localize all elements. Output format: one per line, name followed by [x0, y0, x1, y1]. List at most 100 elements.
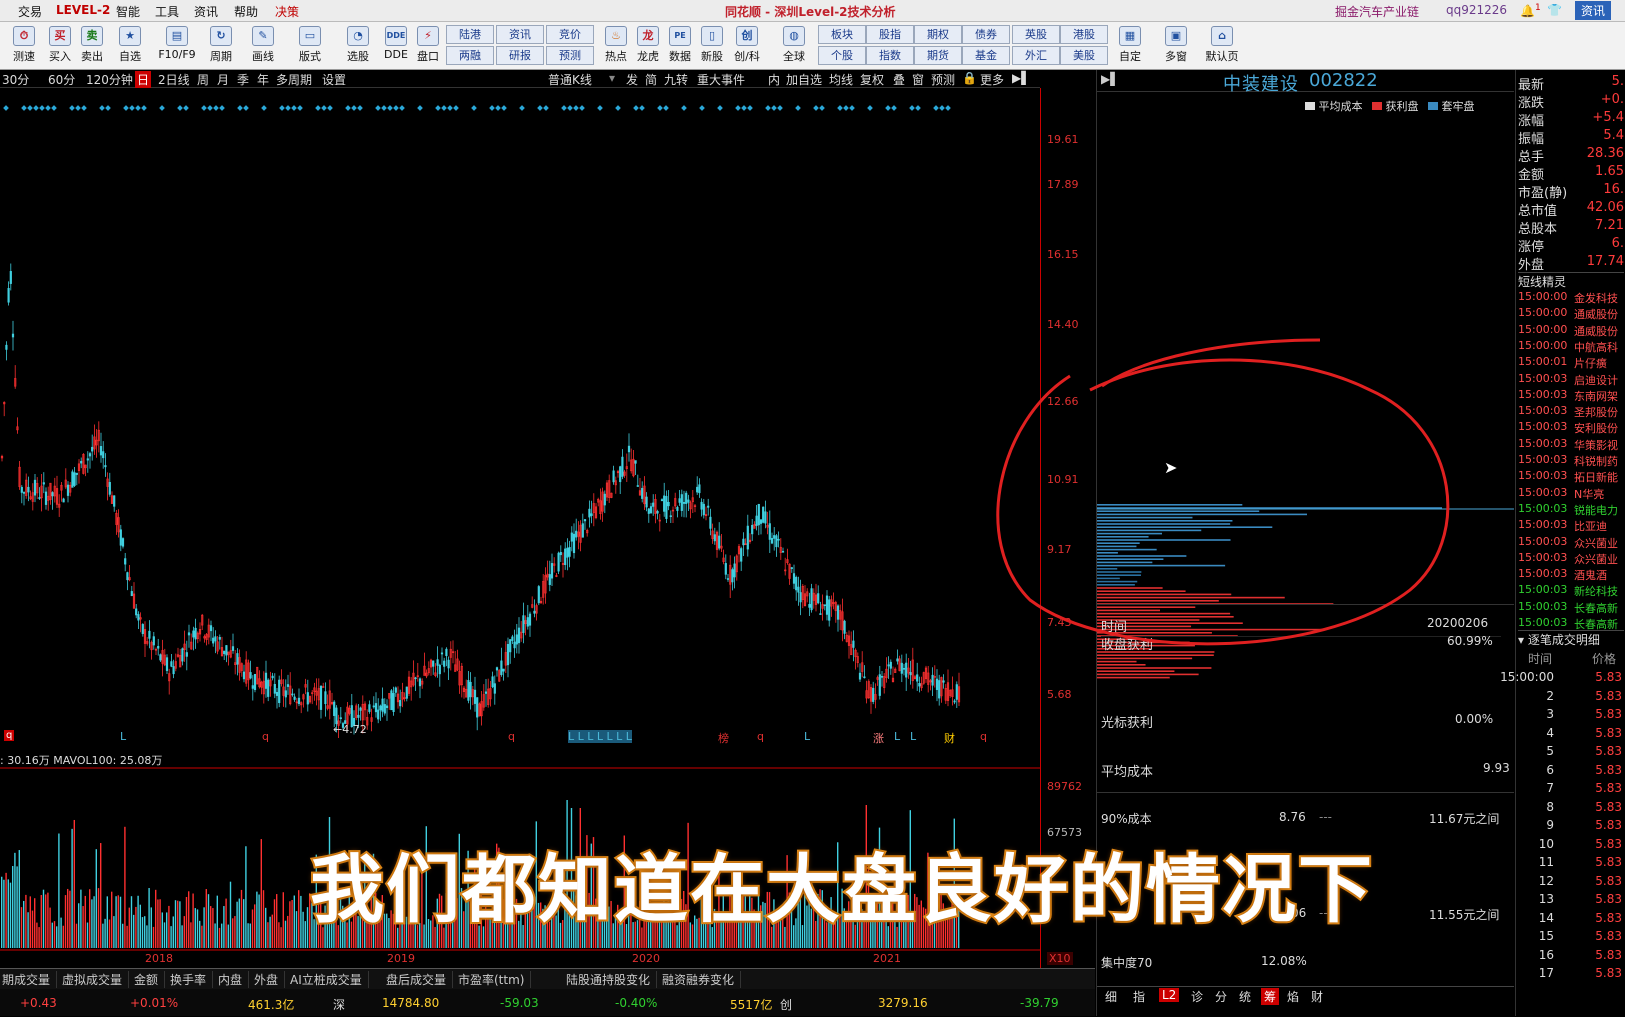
jingling-item[interactable]: 15:00:03 N华亮: [1518, 486, 1624, 502]
period-multi[interactable]: 多周期: [276, 71, 312, 88]
f10-button[interactable]: ▤ F10/F9: [155, 24, 199, 68]
index-futures-button[interactable]: 股指: [866, 25, 914, 44]
indicator-tab[interactable]: 期成交量: [2, 971, 58, 988]
global-button[interactable]: ◍ 全球: [776, 24, 812, 68]
tab-analysis[interactable]: 分: [1215, 988, 1227, 1005]
period-quarter[interactable]: 季: [237, 71, 249, 88]
menu-trade[interactable]: 交易: [18, 3, 42, 20]
event-marker[interactable]: L: [910, 730, 916, 743]
indicator-tab[interactable]: 融资融券变化: [662, 971, 742, 988]
hotspot-button[interactable]: ♨ 热点: [598, 24, 634, 68]
jingling-item[interactable]: 15:00:03 拓日新能: [1518, 469, 1624, 485]
jingling-item[interactable]: 15:00:01 片仔癀: [1518, 355, 1624, 371]
auction-button[interactable]: 竞价: [546, 25, 594, 44]
sector-button[interactable]: 板块: [818, 25, 866, 44]
indicator-tab[interactable]: 盘后成交量: [386, 971, 454, 988]
dde-button[interactable]: DDE DDE: [378, 24, 414, 68]
uk-stocks-button[interactable]: 英股: [1012, 25, 1060, 44]
jingling-item[interactable]: 15:00:03 新纶科技: [1518, 583, 1624, 599]
jingling-item[interactable]: 15:00:03 比亚迪: [1518, 518, 1624, 534]
hk-stocks-button[interactable]: 港股: [1060, 25, 1108, 44]
tab-stats[interactable]: 统: [1239, 988, 1251, 1005]
add-watchlist-button[interactable]: 加自选: [786, 71, 822, 88]
chinext-button[interactable]: 创创/科: [726, 24, 768, 68]
period-settings[interactable]: 设置: [322, 71, 346, 88]
news-button[interactable]: 资讯: [1575, 1, 1612, 20]
bell-icon[interactable]: 🔔1: [1520, 3, 1541, 18]
menu-level2[interactable]: LEVEL-2: [56, 3, 110, 17]
tab-detail[interactable]: 细: [1105, 988, 1117, 1005]
indicator-tab[interactable]: 换手率: [170, 971, 214, 988]
jingling-item[interactable]: 15:00:03 锐能电力: [1518, 502, 1624, 518]
options-button[interactable]: 期权: [914, 25, 962, 44]
indicator-tab[interactable]: 市盈率(ttm): [458, 971, 532, 988]
speedtest-button[interactable]: ⏱ 测速: [6, 24, 42, 68]
us-stocks-button[interactable]: 美股: [1060, 46, 1108, 65]
jingling-item[interactable]: 15:00:03 科锐制药: [1518, 453, 1624, 469]
ctrl-nei[interactable]: 内: [768, 71, 780, 88]
ctrl-major-events[interactable]: 重大事件: [697, 71, 745, 88]
indicator-tab[interactable]: 虚拟成交量: [62, 971, 130, 988]
jingling-item[interactable]: 15:00:03 众兴菌业: [1518, 535, 1624, 551]
forex-button[interactable]: 外汇: [1012, 46, 1060, 65]
bonds-button[interactable]: 债券: [962, 25, 1010, 44]
sell-button[interactable]: 卖卖出: [74, 24, 110, 68]
event-marker[interactable]: q: [757, 730, 764, 743]
event-marker[interactable]: L: [120, 730, 126, 743]
jingling-item[interactable]: 15:00:03 圣邦股份: [1518, 404, 1624, 420]
event-marker[interactable]: q: [508, 730, 515, 743]
event-marker[interactable]: q: [262, 730, 269, 743]
stock-picker-button[interactable]: ◔ 选股: [340, 24, 376, 68]
jingling-item[interactable]: 15:00:03 安利股份: [1518, 420, 1624, 436]
indicator-tab[interactable]: 金额: [134, 971, 166, 988]
funds-button[interactable]: 基金: [962, 46, 1010, 65]
shirt-icon[interactable]: 👕: [1547, 3, 1562, 17]
event-marker[interactable]: 财: [944, 730, 955, 746]
futures-button[interactable]: 期货: [914, 46, 962, 65]
collapse-icon[interactable]: ▶▌: [1101, 72, 1119, 86]
event-marker[interactable]: q: [980, 730, 987, 743]
jingling-item[interactable]: 15:00:00 通威股份: [1518, 306, 1624, 322]
jingling-item[interactable]: 15:00:03 东南网架: [1518, 388, 1624, 404]
event-marker[interactable]: 榜: [718, 730, 729, 746]
kline-type-select[interactable]: 普通K线: [548, 71, 592, 88]
period-60m[interactable]: 60分: [48, 71, 75, 88]
tab-finance[interactable]: 财: [1311, 988, 1323, 1005]
dragon-tiger-button[interactable]: 龙龙虎: [630, 24, 666, 68]
lock-icon[interactable]: 🔒: [962, 71, 977, 85]
promo-link[interactable]: 掘金汽车产业链: [1335, 3, 1419, 20]
menu-decision[interactable]: 决策: [275, 3, 299, 20]
multiwindow-button[interactable]: ▣ 多窗: [1158, 24, 1194, 68]
period-120m[interactable]: 120分钟: [86, 71, 133, 88]
default-page-button[interactable]: ⌂ 默认页: [1200, 24, 1244, 68]
indicator-tab[interactable]: 陆股通持股变化: [566, 971, 658, 988]
tab-chip[interactable]: 筹: [1261, 988, 1280, 1005]
jingling-item[interactable]: 15:00:03 长春高新: [1518, 600, 1624, 616]
tab-flame[interactable]: 焰: [1287, 988, 1299, 1005]
jingling-item[interactable]: 15:00:03 启迪设计: [1518, 372, 1624, 388]
period-30m[interactable]: 30分: [2, 71, 29, 88]
watchlist-button[interactable]: ★ 自选: [112, 24, 148, 68]
chevron-down-icon[interactable]: ▾: [609, 71, 615, 85]
ctrl-fa[interactable]: 发: [626, 71, 638, 88]
tab-index[interactable]: 指: [1133, 988, 1145, 1005]
tab-l2[interactable]: L2: [1159, 988, 1180, 1002]
adjust-button[interactable]: 复权: [860, 71, 884, 88]
index-button[interactable]: 指数: [866, 46, 914, 65]
event-marker[interactable]: L: [894, 730, 900, 743]
menu-smart[interactable]: 智能: [116, 3, 140, 20]
expand-icon[interactable]: ▶▌: [1012, 71, 1030, 85]
period-button[interactable]: ↻ 周期: [203, 24, 239, 68]
window-button[interactable]: 窗: [912, 71, 924, 88]
event-marker[interactable]: 涨: [873, 730, 884, 746]
period-year[interactable]: 年: [257, 71, 269, 88]
menu-tools[interactable]: 工具: [155, 3, 179, 20]
draw-line-button[interactable]: ✎ 画线: [245, 24, 281, 68]
username[interactable]: qq921226: [1446, 3, 1507, 17]
event-marker[interactable]: L L L L L L L: [568, 730, 632, 743]
more-button[interactable]: 更多: [980, 71, 1004, 88]
data-button[interactable]: PE 数据: [662, 24, 698, 68]
period-week[interactable]: 周: [197, 71, 209, 88]
period-month[interactable]: 月: [217, 71, 229, 88]
forecast-button[interactable]: 预测: [546, 46, 594, 65]
